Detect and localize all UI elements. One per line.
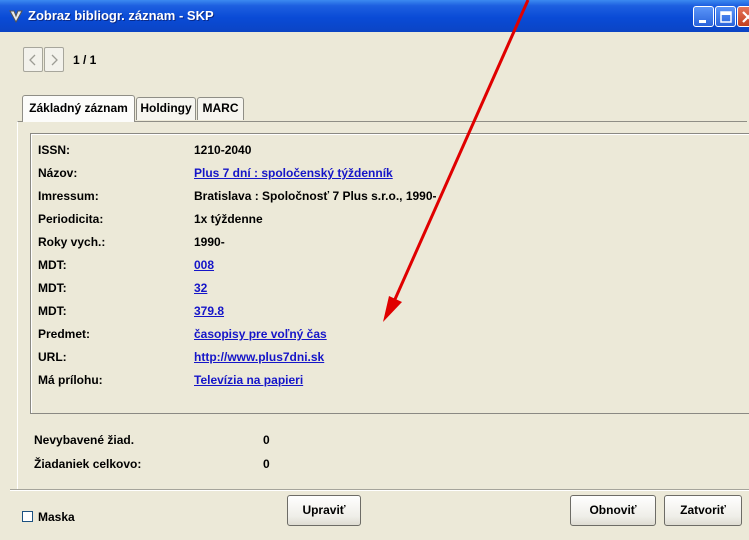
minimize-button[interactable] [693,6,714,27]
refresh-button-label: Obnoviť [589,503,637,517]
maximize-button[interactable] [715,6,736,27]
edit-button[interactable]: Upraviť [287,495,361,526]
mdt-link-3[interactable]: 379.8 [194,304,224,318]
field-label-supplement: Má prílohu: [38,373,103,387]
field-value-periodicity: 1x týždenne [194,212,263,226]
field-label-imprint: Imressum: [38,189,99,203]
field-label-title: Názov: [38,166,78,180]
title-link[interactable]: Plus 7 dní : spoločenský týždenník [194,166,393,180]
total-requests-value: 0 [263,457,270,471]
maximize-icon [720,11,732,23]
refresh-button[interactable]: Obnoviť [570,495,656,526]
field-value-years: 1990- [194,235,225,249]
field-label-subject: Predmet: [38,327,91,341]
total-requests-label: Žiadaniek celkovo: [34,457,142,471]
chevron-left-icon [29,54,36,66]
mask-checkbox[interactable] [22,511,33,522]
record-counter: 1 / 1 [73,53,97,67]
mask-checkbox-label[interactable]: Maska [38,510,75,524]
field-label-issn: ISSN: [38,143,71,157]
subject-link[interactable]: časopisy pre voľný čas [194,327,327,341]
tab-holdings[interactable]: Holdingy [136,97,196,120]
next-record-button[interactable] [44,47,64,72]
minimize-icon [699,20,706,23]
app-icon [9,10,23,24]
chevron-right-icon [51,54,58,66]
unselected-requests-value: 0 [263,433,270,447]
previous-record-button[interactable] [23,47,43,72]
field-label-mdt-1: MDT: [38,258,67,272]
close-button-label: Zatvoriť [680,503,726,517]
mdt-link-2[interactable]: 32 [194,281,207,295]
mdt-link-1[interactable]: 008 [194,258,214,272]
tab-basic-record[interactable]: Základný záznam [22,95,135,122]
unselected-requests-label: Nevybavené žiad. [34,433,135,447]
field-label-mdt-3: MDT: [38,304,67,318]
close-button[interactable]: Zatvoriť [664,495,742,526]
field-value-issn: 1210-2040 [194,143,252,157]
window-title: Zobraz bibliogr. záznam - SKP [28,8,214,23]
edit-button-label: Upraviť [302,503,346,517]
url-link[interactable]: http://www.plus7dni.sk [194,350,324,364]
record-window: Zobraz bibliogr. záznam - SKP 1 / 1 Zákl… [0,0,749,540]
close-icon [742,11,749,23]
tab-marc[interactable]: MARC [197,97,244,120]
close-window-button[interactable] [737,6,749,27]
field-label-mdt-2: MDT: [38,281,67,295]
field-label-periodicity: Periodicita: [38,212,104,226]
field-label-url: URL: [38,350,67,364]
field-value-imprint: Bratislava : Spoločnosť 7 Plus s.r.o., 1… [194,189,437,203]
title-bar[interactable]: Zobraz bibliogr. záznam - SKP [0,0,749,32]
field-label-years: Roky vych.: [38,235,106,249]
supplement-link[interactable]: Televízia na papieri [194,373,303,387]
